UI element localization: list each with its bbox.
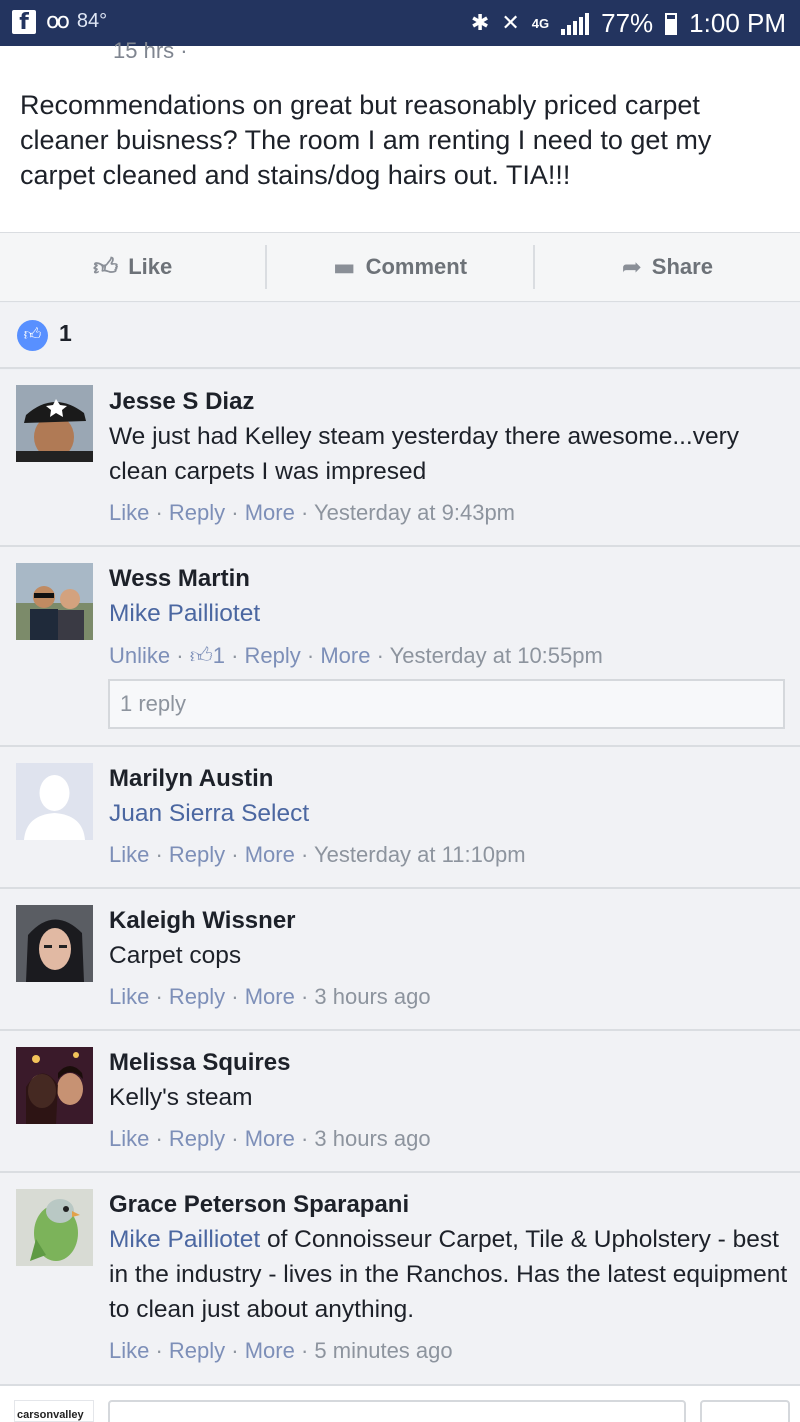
like-label: Like (128, 254, 173, 279)
avatar[interactable] (16, 1189, 93, 1266)
comment-time[interactable]: 5 minutes ago (314, 1338, 452, 1363)
reply-link[interactable]: Reply (169, 500, 225, 525)
like-reaction-icon: 👍︎ (17, 320, 48, 351)
view-replies-button[interactable]: 1 reply (108, 679, 785, 729)
post-text: Recommendations on great but reasonably … (20, 90, 712, 190)
default-avatar[interactable] (16, 763, 93, 840)
commenter-name[interactable]: Marilyn Austin (109, 765, 273, 793)
thumbs-up-icon: 👍︎ (93, 252, 119, 281)
voicemail-icon: oo (46, 9, 70, 34)
comment-button[interactable]: ▬ Comment (267, 233, 532, 301)
comment-meta: Like · Reply · More · Yesterday at 11:10… (109, 842, 526, 867)
like-link[interactable]: Like (109, 1126, 149, 1151)
like-button[interactable]: 👍︎ Like (0, 233, 265, 301)
commenter-name[interactable]: Melissa Squires (109, 1049, 290, 1077)
comment-meta: Like · Reply · More · Yesterday at 9:43p… (109, 500, 516, 525)
comment-text: Carpet cops (109, 942, 242, 969)
more-link[interactable]: More (245, 1338, 295, 1363)
reaction-count[interactable]: 1 (213, 643, 225, 668)
tagged-user-link[interactable]: Mike Pailliotet (109, 1226, 260, 1253)
comment-input[interactable] (108, 1400, 686, 1422)
reply-link[interactable]: Reply (169, 1126, 225, 1151)
current-user-avatar: carsonvalley (14, 1400, 94, 1422)
comment-label: Comment (365, 254, 468, 279)
more-link[interactable]: More (245, 500, 295, 525)
reply-link[interactable]: Reply (169, 984, 225, 1009)
avatar[interactable] (16, 1047, 93, 1124)
comment-text: Mike Pailliotet (109, 596, 789, 631)
more-link[interactable]: More (245, 842, 295, 867)
commenter-name[interactable]: Wess Martin (109, 565, 250, 593)
more-link[interactable]: More (245, 1126, 295, 1151)
like-link[interactable]: Like (109, 842, 149, 867)
likes-summary[interactable] (0, 303, 800, 369)
comment-meta: Unlike · 👍︎1 · Reply · More · Yesterday … (109, 643, 603, 668)
avatar[interactable] (16, 385, 93, 462)
comment-time[interactable]: Yesterday at 10:55pm (390, 643, 603, 668)
battery-percent: 77% (601, 8, 654, 38)
comment-time[interactable]: Yesterday at 9:43pm (314, 500, 515, 525)
commenter-name[interactable]: Jesse S Diaz (109, 388, 254, 416)
comment-time[interactable]: 3 hours ago (314, 984, 430, 1009)
comment-time[interactable]: 3 hours ago (314, 1126, 430, 1151)
share-label: Share (651, 254, 713, 279)
comment-time[interactable]: Yesterday at 11:10pm (314, 842, 526, 867)
share-arrow-icon: ➦ (621, 253, 642, 281)
commenter-name[interactable]: Grace Peterson Sparapani (109, 1191, 409, 1219)
share-button[interactable]: ➦ Share (535, 233, 800, 301)
tagged-page-link[interactable]: Juan Sierra Select (109, 800, 309, 827)
post: 15 hrs · Recommendations on great but re… (0, 38, 800, 232)
facebook-notification-icon: f (12, 9, 36, 35)
comment-text: We just had Kelley steam yesterday there… (109, 423, 740, 485)
post-actions: 👍︎ Like ▬ Comment ➦ Share (0, 232, 800, 302)
comment-meta: Like · Reply · More · 3 hours ago (109, 1126, 431, 1151)
post-timestamp: 15 hrs · (113, 38, 188, 63)
avatar[interactable] (16, 563, 93, 640)
bluetooth-icon: ✱ (470, 11, 490, 36)
comment-text: Mike Pailliotet of Connoisseur Carpet, T… (109, 1222, 789, 1327)
avatar[interactable] (16, 905, 93, 982)
tagged-user-link[interactable]: Mike Pailliotet (109, 600, 260, 627)
commenter-name[interactable]: Kaleigh Wissner (109, 907, 296, 935)
comment-text: Juan Sierra Select (109, 796, 789, 831)
thumbs-up-outline-icon[interactable]: 👍︎ (190, 643, 213, 668)
network-type: 4G (531, 15, 550, 31)
like-link[interactable]: Like (109, 984, 149, 1009)
reply-link[interactable]: Reply (169, 1338, 225, 1363)
more-link[interactable]: More (320, 643, 370, 668)
temperature: 84° (76, 10, 108, 32)
reply-link[interactable]: Reply (169, 842, 225, 867)
battery-icon (665, 12, 678, 35)
like-link[interactable]: Like (109, 1338, 149, 1363)
clock: 1:00 PM (689, 8, 786, 38)
like-link[interactable]: Like (109, 500, 149, 525)
unlike-link[interactable]: Unlike (109, 643, 170, 668)
reply-link[interactable]: Reply (245, 643, 301, 668)
comment-meta: Like · Reply · More · 5 minutes ago (109, 1338, 453, 1363)
more-link[interactable]: More (245, 984, 295, 1009)
comment-icon: ▬ (332, 253, 356, 281)
mute-icon: ✕ (501, 11, 520, 36)
comment-meta: Like · Reply · More · 3 hours ago (109, 984, 431, 1009)
likes-count[interactable]: 1 (59, 320, 72, 347)
post-comment-button[interactable] (700, 1400, 790, 1422)
signal-icon (561, 12, 590, 35)
comment-text: Kelly's steam (109, 1084, 253, 1111)
